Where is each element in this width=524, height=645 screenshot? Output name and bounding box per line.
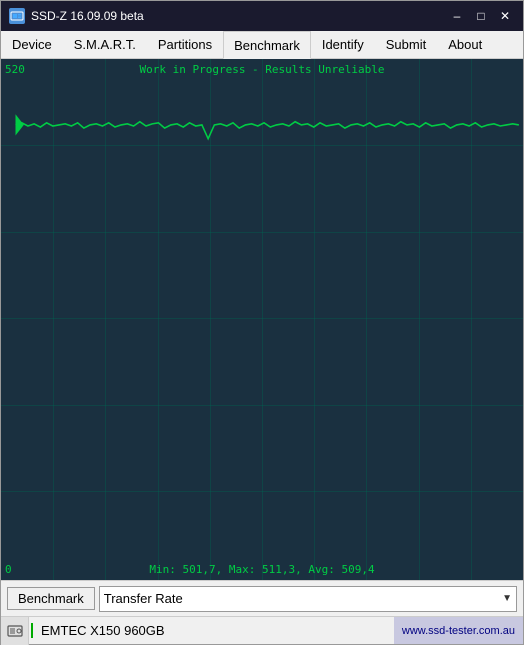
chevron-down-icon: ▼: [502, 593, 512, 604]
benchmark-chart: 520 Work in Progress - Results Unreliabl…: [1, 59, 523, 580]
window-title: SSD-Z 16.09.09 beta: [31, 9, 144, 23]
chart-svg: [1, 59, 523, 580]
window-controls: – □ ✕: [447, 7, 515, 25]
bottom-control-bar: Benchmark Transfer Rate ▼: [1, 580, 523, 616]
menu-benchmark[interactable]: Benchmark: [223, 31, 311, 59]
chart-top-label: 520: [5, 63, 25, 76]
chart-stats: Min: 501,7, Max: 511,3, Avg: 509,4: [149, 563, 374, 576]
app-icon: [9, 8, 25, 24]
title-bar: SSD-Z 16.09.09 beta – □ ✕: [1, 1, 523, 31]
menu-partitions[interactable]: Partitions: [147, 31, 223, 58]
minimize-button[interactable]: –: [447, 7, 467, 25]
menu-smart[interactable]: S.M.A.R.T.: [63, 31, 147, 58]
dropdown-value: Transfer Rate: [104, 591, 183, 606]
close-button[interactable]: ✕: [495, 7, 515, 25]
menu-submit[interactable]: Submit: [375, 31, 437, 58]
menu-about[interactable]: About: [437, 31, 493, 58]
menu-device[interactable]: Device: [1, 31, 63, 58]
menu-bar: Device S.M.A.R.T. Partitions Benchmark I…: [1, 31, 523, 59]
title-bar-left: SSD-Z 16.09.09 beta: [9, 8, 144, 24]
status-bar: EMTEC X150 960GB www.ssd-tester.com.au: [1, 616, 523, 644]
transfer-rate-dropdown[interactable]: Transfer Rate ▼: [99, 586, 517, 612]
website-url[interactable]: www.ssd-tester.com.au: [394, 617, 523, 644]
main-window: SSD-Z 16.09.09 beta – □ ✕ Device S.M.A.R…: [0, 0, 524, 645]
maximize-button[interactable]: □: [471, 7, 491, 25]
chart-bottom-label: 0: [5, 563, 12, 576]
device-label: EMTEC X150 960GB: [31, 623, 394, 638]
benchmark-button[interactable]: Benchmark: [7, 587, 95, 610]
device-icon[interactable]: [1, 617, 29, 645]
chart-title: Work in Progress - Results Unreliable: [139, 63, 384, 76]
drive-icon: [6, 622, 24, 640]
menu-identify[interactable]: Identify: [311, 31, 375, 58]
